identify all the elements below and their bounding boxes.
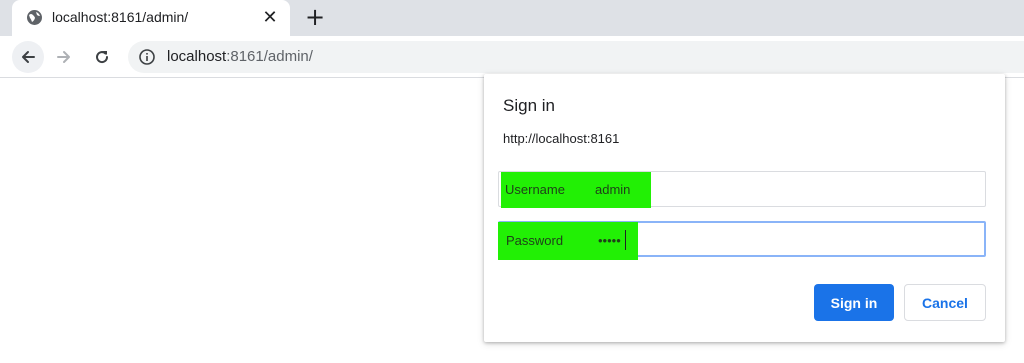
tab-strip: localhost:8161/admin/ ✕ + <box>0 0 1024 36</box>
username-value: admin <box>595 182 631 197</box>
reload-icon <box>96 51 109 64</box>
dialog-title: Sign in <box>503 96 555 115</box>
globe-icon <box>26 9 43 26</box>
reload-button[interactable] <box>86 41 118 73</box>
new-tab-button[interactable]: + <box>302 4 328 30</box>
password-label: Password <box>506 233 564 248</box>
sign-in-button[interactable]: Sign in <box>814 284 894 321</box>
arrow-right-icon <box>57 51 70 63</box>
address-bar[interactable]: localhost:8161/admin/ <box>128 41 1024 73</box>
username-field[interactable]: Username admin <box>498 171 986 208</box>
back-button[interactable] <box>12 41 44 73</box>
text-caret <box>625 230 626 250</box>
tab-title: localhost:8161/admin/ <box>52 9 189 25</box>
password-value: ••••• <box>598 233 621 248</box>
url-host: localhost <box>167 48 227 65</box>
cancel-button[interactable]: Cancel <box>904 284 986 321</box>
dialog-origin: http://localhost:8161 <box>503 131 620 146</box>
username-label: Username <box>505 182 565 197</box>
browser-toolbar: localhost:8161/admin/ <box>0 36 1024 78</box>
browser-tab[interactable]: localhost:8161/admin/ ✕ <box>12 0 290 36</box>
url-path: :8161/admin/ <box>226 48 313 65</box>
password-field[interactable]: Password ••••• <box>498 221 986 260</box>
url-text: localhost:8161/admin/ <box>167 48 313 65</box>
forward-button[interactable] <box>48 41 80 73</box>
arrow-left-icon <box>22 51 35 63</box>
sign-in-dialog: Sign in http://localhost:8161 Username a… <box>484 74 1005 342</box>
close-icon[interactable]: ✕ <box>260 8 280 28</box>
info-icon[interactable] <box>138 48 156 66</box>
